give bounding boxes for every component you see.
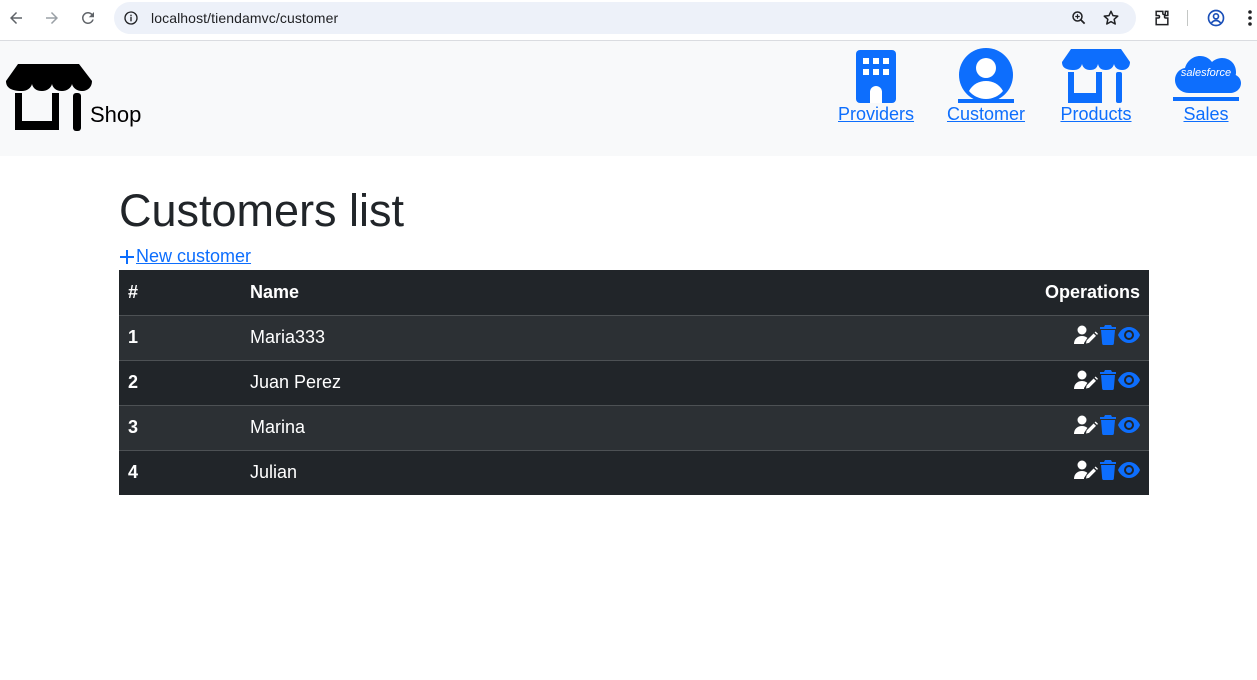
browser-toolbar: localhost/tiendamvc/customer	[0, 0, 1257, 41]
edit-user-icon[interactable]	[1074, 460, 1098, 480]
column-header-operations: Operations	[686, 270, 1149, 316]
salesforce-cloud-icon: salesforce	[1173, 56, 1241, 101]
kebab-menu-icon[interactable]	[1243, 8, 1257, 28]
eye-icon[interactable]	[1118, 462, 1140, 479]
plus-icon	[120, 249, 134, 264]
address-bar[interactable]: localhost/tiendamvc/customer	[114, 2, 1136, 34]
shop-logo-icon[interactable]	[6, 64, 92, 134]
eye-icon[interactable]	[1118, 327, 1140, 343]
brand-name[interactable]: Shop	[90, 102, 141, 128]
table-header-row: # Name Operations	[119, 270, 1149, 316]
nav-customer-label[interactable]: Customer	[945, 104, 1027, 125]
edit-user-icon[interactable]	[1074, 415, 1098, 435]
profile-icon[interactable]	[1206, 8, 1226, 28]
cell-operations	[686, 360, 1149, 406]
nav-providers-label[interactable]: Providers	[838, 104, 914, 125]
trash-icon[interactable]	[1100, 415, 1116, 435]
nav-providers[interactable]: Providers	[838, 47, 914, 125]
edit-user-icon[interactable]	[1074, 370, 1098, 390]
cell-operations	[686, 315, 1149, 361]
cell-id: 2	[119, 360, 241, 406]
nav-products-label[interactable]: Products	[1058, 104, 1134, 125]
eye-icon[interactable]	[1118, 372, 1140, 388]
page-title: Customers list	[119, 185, 405, 236]
arrow-left-icon	[10, 12, 22, 24]
arrow-right-icon	[46, 12, 58, 24]
cell-name: Marina	[241, 405, 687, 451]
store-icon	[1062, 49, 1130, 103]
nav-sales-label[interactable]: Sales	[1168, 104, 1244, 125]
reload-button[interactable]	[76, 6, 100, 30]
cell-operations	[687, 450, 1149, 495]
column-header-id: #	[119, 270, 241, 316]
extensions-icon[interactable]	[1152, 8, 1172, 28]
table-row: 1 Maria333	[119, 315, 1149, 361]
cell-id: 4	[128, 462, 139, 483]
trash-icon[interactable]	[1100, 370, 1116, 390]
navbar: Shop Providers Customer Products salesfo…	[0, 41, 1257, 156]
cell-id: 1	[119, 315, 241, 361]
nav-sales[interactable]: salesforce Sales	[1168, 47, 1244, 125]
building-icon	[856, 50, 896, 103]
trash-icon[interactable]	[1100, 460, 1116, 481]
new-customer-label[interactable]: New customer	[136, 246, 251, 267]
url-text[interactable]: localhost/tiendamvc/customer	[151, 10, 338, 26]
bookmark-star-icon[interactable]	[1102, 9, 1120, 27]
reload-icon	[81, 11, 94, 24]
forward-button[interactable]	[40, 6, 64, 30]
trash-icon[interactable]	[1100, 325, 1116, 345]
customers-table: # Name Operations 1 Maria333 2 Juan Perez 3 M…	[119, 270, 1149, 495]
salesforce-logo-text: salesforce	[1181, 67, 1231, 79]
table-row: 2 Juan Perez	[119, 360, 1149, 406]
table-row: 4 Julian	[119, 450, 1149, 495]
site-info-icon[interactable]	[123, 10, 139, 26]
zoom-icon[interactable]	[1070, 9, 1088, 27]
nav-products[interactable]: Products	[1058, 47, 1134, 125]
table-row: 3 Marina	[119, 405, 1149, 451]
cell-name: Julian	[250, 462, 298, 483]
eye-icon[interactable]	[1118, 417, 1140, 433]
cell-name: Maria333	[241, 315, 687, 361]
column-header-name: Name	[241, 270, 687, 316]
cell-id: 3	[119, 405, 241, 451]
toolbar-divider	[1187, 10, 1188, 26]
user-circle-icon	[958, 48, 1014, 103]
cell-name: Juan Perez	[241, 360, 687, 406]
edit-user-icon[interactable]	[1074, 325, 1098, 345]
back-button[interactable]	[4, 6, 28, 30]
cell-operations	[686, 405, 1149, 451]
new-customer-link[interactable]: New customer	[119, 246, 251, 267]
nav-customer[interactable]: Customer	[945, 47, 1027, 125]
